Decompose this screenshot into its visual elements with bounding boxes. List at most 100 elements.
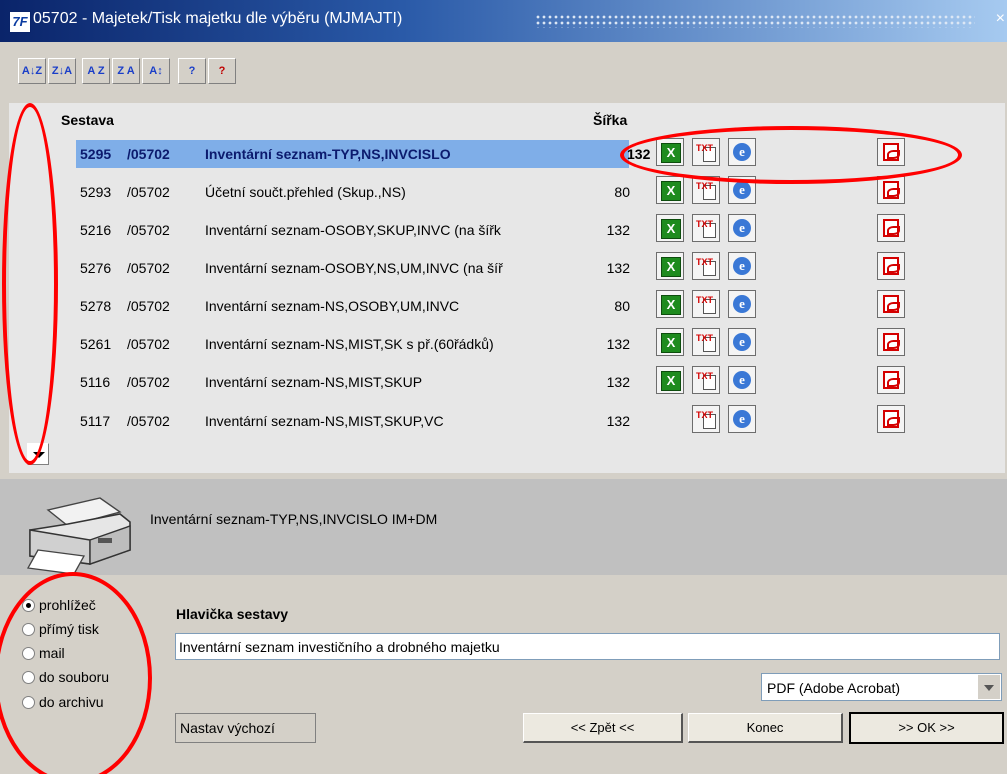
report-number: /05702 (127, 413, 170, 429)
report-width: 132 (606, 260, 630, 276)
report-name: Inventární seznam-NS,MIST,SKUP (205, 374, 423, 390)
pdf-export-icon[interactable] (877, 328, 905, 356)
report-name: Inventární seznam-NS,MIST,SK s př.(60řád… (205, 336, 494, 352)
back-button[interactable]: << Zpět << (523, 713, 683, 743)
report-name: Inventární seznam-TYP,NS,INVCISLO (205, 146, 451, 162)
report-width: 132 (627, 146, 651, 162)
text-export-icon[interactable]: TXT (692, 138, 720, 166)
dialog-window: 7F 05702 - Majetek/Tisk majetku dle výbě… (0, 0, 1007, 774)
report-width: 132 (606, 413, 630, 429)
descending-sort-icon[interactable]: Z↓A (48, 58, 76, 84)
toolbar: A↓Z Z↓A A Z Z A A↕ ? ? (0, 44, 1007, 96)
report-number: /05702 (127, 222, 170, 238)
text-export-icon[interactable]: TXT (692, 366, 720, 394)
report-id: 5278 (80, 298, 112, 314)
ok-button[interactable]: >> OK >> (849, 712, 1004, 744)
pdf-export-icon[interactable] (877, 405, 905, 433)
chevron-down-icon[interactable] (978, 675, 1000, 699)
format-select[interactable]: PDF (Adobe Acrobat) (761, 673, 1002, 701)
title-pattern (535, 14, 975, 28)
table-row[interactable]: 5293/05702 Účetní součt.přehled (Skup.,NS… (76, 175, 996, 210)
column-header-sirka: Šířka (593, 112, 628, 128)
report-header-label: Hlavička sestavy (176, 606, 289, 622)
radio-dot[interactable] (22, 671, 35, 684)
report-number: /05702 (127, 146, 170, 162)
help-icon[interactable]: ? (178, 58, 206, 84)
app-logo-icon: 7F (9, 11, 31, 33)
browser-export-icon[interactable]: e (728, 366, 756, 394)
multi-sort-icon[interactable]: A↕ (142, 58, 170, 84)
browser-export-icon[interactable]: e (728, 328, 756, 356)
radio-dot[interactable] (22, 623, 35, 636)
set-defaults-button[interactable]: Nastav výchozí (175, 713, 316, 743)
radio-dot[interactable] (22, 599, 35, 612)
report-number: /05702 (127, 374, 170, 390)
excel-export-icon[interactable]: X (656, 366, 684, 394)
format-select-value: PDF (Adobe Acrobat) (767, 680, 901, 696)
column-header-sestava: Sestava (61, 112, 114, 128)
report-id: 5293 (80, 184, 112, 200)
table-row[interactable]: 5117/05702 Inventární seznam-NS,MIST,SKUP… (76, 404, 996, 439)
pdf-export-icon[interactable] (877, 290, 905, 318)
pdf-export-icon[interactable] (877, 176, 905, 204)
context-help-icon[interactable]: ? (208, 58, 236, 84)
window-title: 05702 - Majetek/Tisk majetku dle výběru … (33, 10, 403, 27)
browser-export-icon[interactable]: e (728, 290, 756, 318)
report-header-input[interactable] (175, 633, 1000, 660)
pdf-export-icon[interactable] (877, 138, 905, 166)
browser-export-icon[interactable]: e (728, 252, 756, 280)
sort-az-icon[interactable]: A Z (82, 58, 110, 84)
excel-export-icon[interactable]: X (656, 252, 684, 280)
report-id: 5276 (80, 260, 112, 276)
text-export-icon[interactable]: TXT (692, 328, 720, 356)
text-export-icon[interactable]: TXT (692, 176, 720, 204)
report-width: 80 (614, 298, 630, 314)
report-width: 132 (606, 336, 630, 352)
text-export-icon[interactable]: TXT (692, 405, 720, 433)
report-number: /05702 (127, 336, 170, 352)
text-export-icon[interactable]: TXT (692, 252, 720, 280)
scroll-down-button[interactable] (27, 443, 49, 465)
report-number: /05702 (127, 298, 170, 314)
browser-export-icon[interactable]: e (728, 405, 756, 433)
report-id: 5295 (80, 146, 112, 162)
pdf-export-icon[interactable] (877, 252, 905, 280)
excel-export-icon[interactable]: X (656, 328, 684, 356)
description-panel (0, 479, 1007, 575)
ascending-sort-icon[interactable]: A↓Z (18, 58, 46, 84)
report-id: 5117 (80, 413, 111, 429)
report-description: Inventární seznam-TYP,NS,INVCISLO IM+DM (150, 511, 438, 527)
close-icon[interactable]: × (996, 10, 1005, 28)
browser-export-icon[interactable]: e (728, 176, 756, 204)
radio-dot[interactable] (22, 647, 35, 660)
printer-icon (26, 497, 131, 575)
pdf-export-icon[interactable] (877, 366, 905, 394)
text-export-icon[interactable]: TXT (692, 290, 720, 318)
table-row[interactable]: 5276/05702 Inventární seznam-OSOBY,NS,UM,… (76, 251, 996, 286)
excel-export-icon[interactable]: X (656, 138, 684, 166)
table-row[interactable]: 5278/05702 Inventární seznam-NS,OSOBY,UM,… (76, 289, 996, 324)
report-width: 80 (614, 184, 630, 200)
report-name: Inventární seznam-NS,MIST,SKUP,VC (205, 413, 444, 429)
end-button[interactable]: Konec (688, 713, 843, 743)
excel-export-icon[interactable]: X (656, 176, 684, 204)
table-row[interactable]: 5116/05702 Inventární seznam-NS,MIST,SKUP… (76, 365, 996, 400)
report-id: 5216 (80, 222, 112, 238)
excel-export-icon[interactable]: X (656, 214, 684, 242)
report-number: /05702 (127, 184, 170, 200)
browser-export-icon[interactable]: e (728, 214, 756, 242)
text-export-icon[interactable]: TXT (692, 214, 720, 242)
table-row[interactable]: 5295/05702 Inventární seznam-TYP,NS,INVCI… (76, 137, 996, 172)
browser-export-icon[interactable]: e (728, 138, 756, 166)
excel-export-icon[interactable]: X (656, 290, 684, 318)
table-row[interactable]: 5261/05702 Inventární seznam-NS,MIST,SK s… (76, 327, 996, 362)
table-row[interactable]: 5216/05702 Inventární seznam-OSOBY,SKUP,I… (76, 213, 996, 248)
report-name: Inventární seznam-NS,OSOBY,UM,INVC (205, 298, 460, 314)
report-id: 5116 (80, 374, 111, 390)
report-number: /05702 (127, 260, 170, 276)
sort-za-icon[interactable]: Z A (112, 58, 140, 84)
report-id: 5261 (80, 336, 112, 352)
pdf-export-icon[interactable] (877, 214, 905, 242)
radio-dot[interactable] (22, 696, 35, 709)
report-width: 132 (606, 222, 630, 238)
